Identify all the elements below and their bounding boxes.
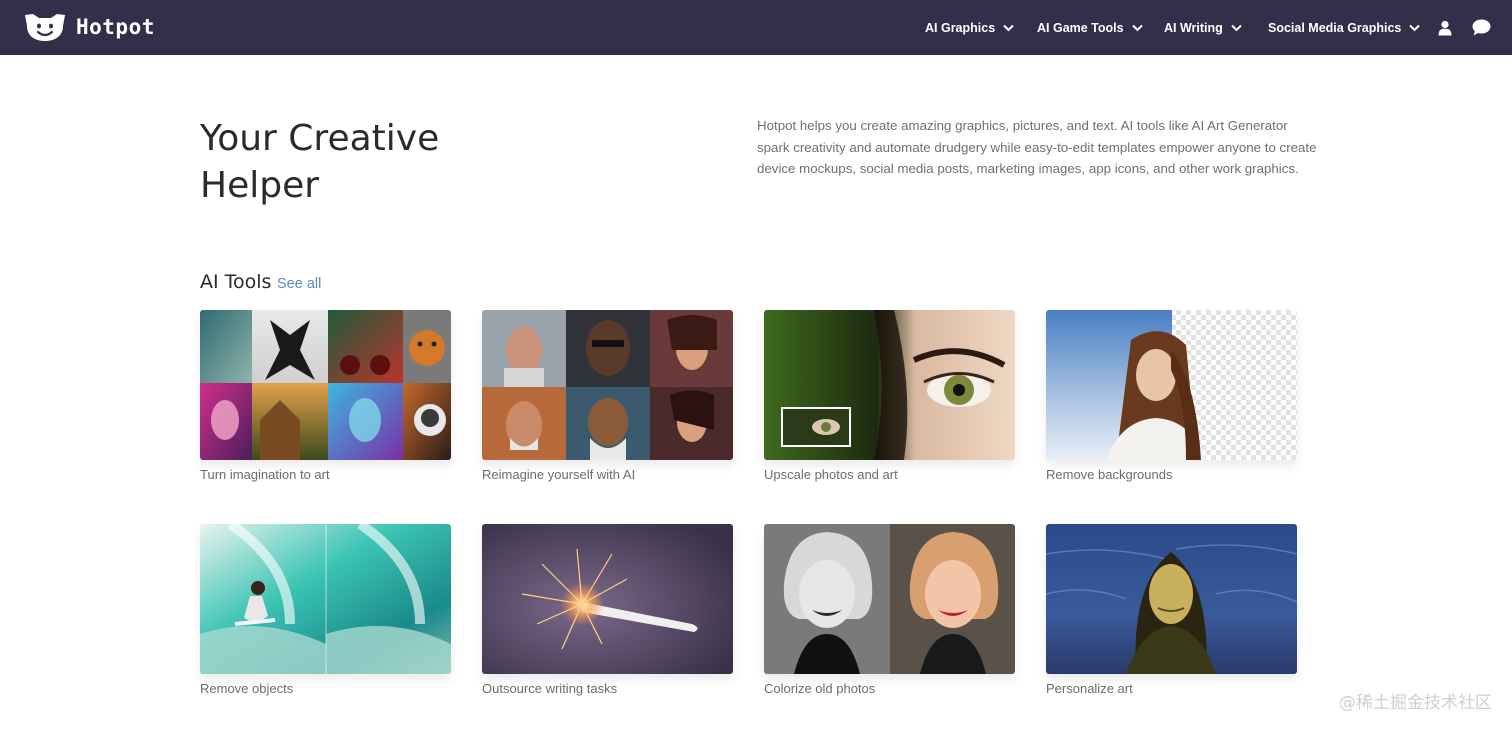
see-all-link[interactable]: See all: [277, 276, 321, 292]
nav-ai-game-tools[interactable]: AI Game Tools: [1037, 0, 1143, 55]
tool-card-art-generator[interactable]: Turn imagination to art: [200, 310, 451, 482]
nav-ai-game-tools-label: AI Game Tools: [1037, 20, 1124, 35]
chat-icon: [1472, 19, 1491, 36]
nav-ai-writing[interactable]: AI Writing: [1164, 0, 1242, 55]
nav-ai-graphics[interactable]: AI Graphics: [925, 0, 1014, 55]
chat-button[interactable]: [1472, 0, 1491, 55]
tool-card-personalize-art[interactable]: Personalize art: [1046, 524, 1297, 696]
chevron-down-icon: [1003, 24, 1014, 31]
hero-title: Your Creative Helper: [200, 118, 440, 206]
brand-logo[interactable]: Hotpot: [23, 12, 155, 42]
nav-ai-writing-label: AI Writing: [1164, 20, 1223, 35]
tool-card-caption: Remove objects: [200, 681, 294, 696]
tool-card-remove-objects[interactable]: Remove objects: [200, 524, 451, 696]
tool-card-caption: Upscale photos and art: [764, 467, 898, 482]
hero-description: Hotpot helps you create amazing graphics…: [757, 118, 1317, 176]
chevron-down-icon: [1409, 24, 1421, 31]
upscale-thumbnail: [764, 310, 1015, 460]
tool-card-caption: Remove backgrounds: [1046, 467, 1173, 482]
tool-card-caption: Reimagine yourself with AI: [482, 467, 636, 482]
colorize-thumbnail: [764, 524, 1015, 674]
nav-ai-graphics-label: AI Graphics: [925, 20, 996, 35]
nav-social-media-graphics[interactable]: Social Media Graphics: [1268, 0, 1421, 55]
top-navbar: Hotpot AI Graphics AI Game Tools AI Writ…: [0, 0, 1512, 55]
tool-card-caption: Personalize art: [1046, 681, 1133, 696]
watermark: @稀土掘金技术社区: [1339, 693, 1492, 713]
remove-objects-thumbnail: [200, 524, 451, 674]
art-collage-thumbnail: [200, 310, 451, 460]
tool-card-colorize[interactable]: Colorize old photos: [764, 524, 1015, 696]
chevron-down-icon: [1131, 24, 1143, 31]
tool-card-ai-portraits[interactable]: Reimagine yourself with AI: [482, 310, 733, 482]
tool-card-remove-background[interactable]: Remove backgrounds: [1046, 310, 1297, 482]
tool-card-upscale[interactable]: Upscale photos and art: [764, 310, 1015, 482]
tool-card-caption: Turn imagination to art: [200, 467, 330, 482]
hotpot-logo-icon: [25, 14, 65, 41]
ai-portraits-thumbnail: [482, 310, 733, 460]
remove-background-thumbnail: [1046, 310, 1297, 460]
nav-social-media-graphics-label: Social Media Graphics: [1268, 20, 1402, 35]
personalize-art-thumbnail: [1046, 524, 1297, 674]
brand-name: Hotpot: [76, 15, 155, 39]
tool-card-caption: Colorize old photos: [764, 681, 876, 696]
ai-tools-heading: AI Tools: [200, 271, 272, 293]
user-account-button[interactable]: [1438, 0, 1452, 55]
tool-card-caption: Outsource writing tasks: [482, 681, 618, 696]
user-icon: [1438, 20, 1452, 35]
tool-card-ai-writer[interactable]: Outsource writing tasks: [482, 524, 733, 696]
ai-writer-thumbnail: [482, 524, 733, 674]
chevron-down-icon: [1231, 24, 1242, 31]
